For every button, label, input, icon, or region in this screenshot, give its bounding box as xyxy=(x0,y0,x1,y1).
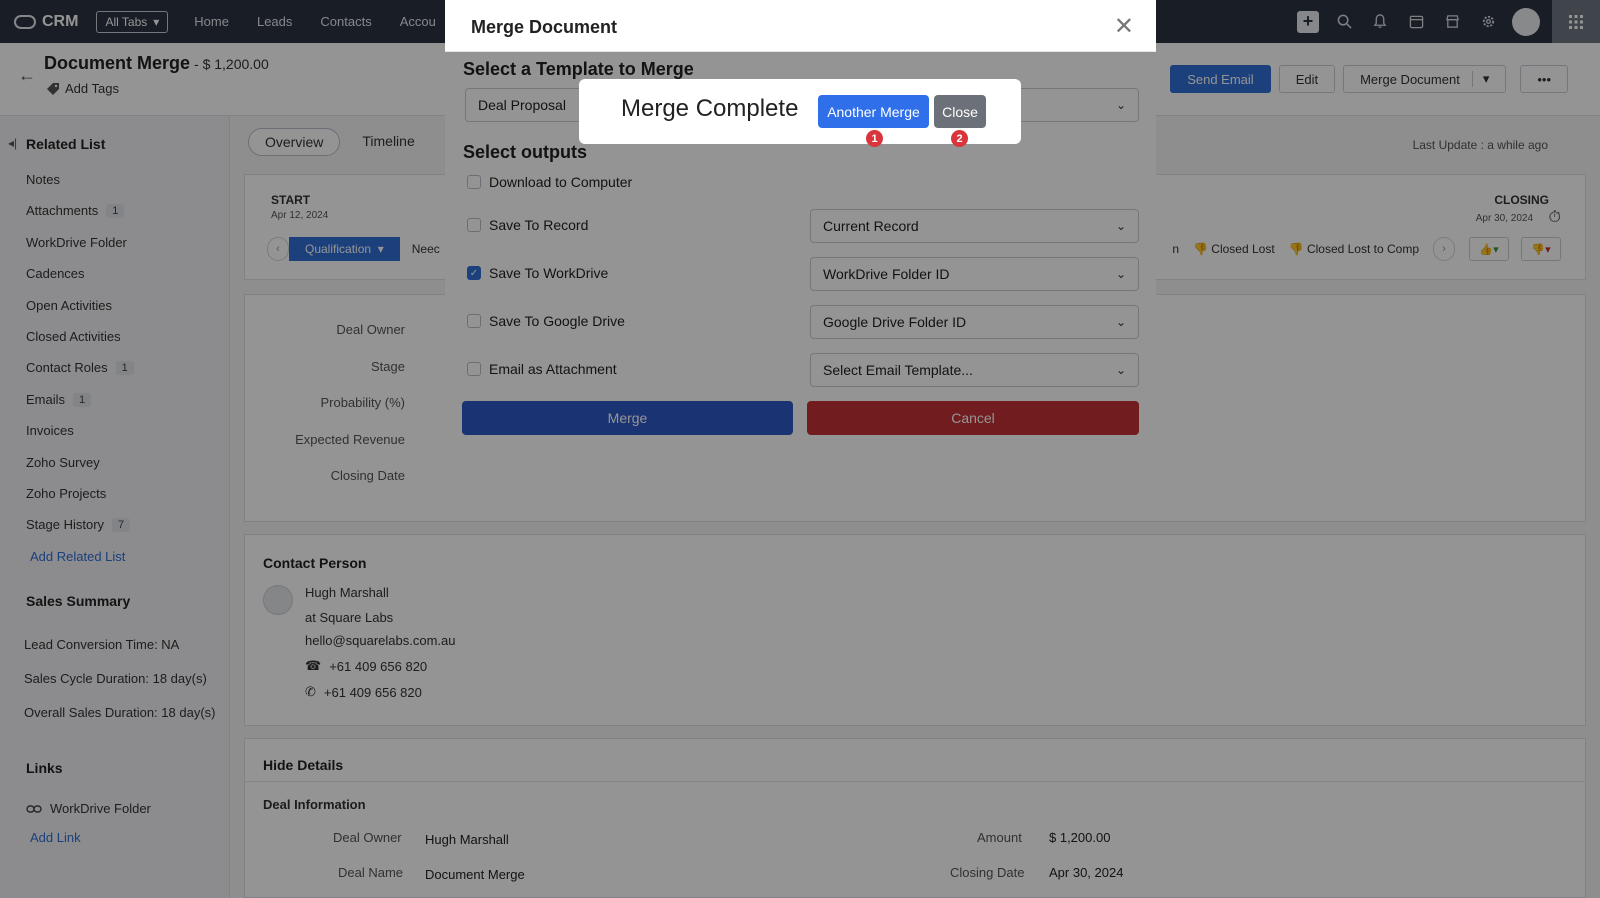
another-merge-button[interactable]: Another Merge xyxy=(818,95,929,128)
step-marker-2: 2 xyxy=(951,130,968,147)
merge-complete-popup: Merge Complete Another Merge Close 1 2 xyxy=(579,79,1021,147)
merge-dialog-title: Merge Document xyxy=(471,17,618,37)
merge-dialog-header: Merge Document ✕ xyxy=(445,0,1156,52)
close-icon[interactable]: ✕ xyxy=(1114,12,1134,41)
merge-complete-title: Merge Complete xyxy=(621,95,799,122)
close-button[interactable]: Close xyxy=(934,95,986,128)
step-marker-1: 1 xyxy=(866,130,883,147)
